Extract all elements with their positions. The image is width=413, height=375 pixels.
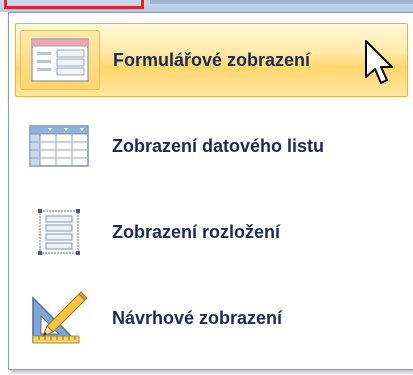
menu-item-label: Návrhové zobrazení — [112, 307, 283, 328]
ribbon-strip-edge — [150, 0, 413, 4]
menu-item-label: Zobrazení datového listu — [112, 135, 325, 156]
mouse-cursor-icon — [364, 39, 394, 92]
menu-item-form-view[interactable]: Formulářové zobrazení — [15, 23, 408, 97]
highlight-marker — [4, 0, 144, 9]
form-view-icon — [20, 30, 100, 90]
menu-item-design-view[interactable]: Návrhové zobrazení — [15, 281, 408, 355]
design-view-icon — [19, 288, 99, 348]
view-dropdown-menu: Formulářové zobrazení Zobrazení datového… — [8, 12, 413, 370]
menu-item-label: Zobrazení rozložení — [112, 221, 281, 242]
layout-view-icon — [19, 202, 99, 262]
datasheet-view-icon — [19, 116, 99, 176]
menu-item-label: Formulářové zobrazení — [113, 49, 311, 70]
menu-item-layout-view[interactable]: Zobrazení rozložení — [15, 195, 408, 269]
menu-item-datasheet-view[interactable]: Zobrazení datového listu — [15, 109, 408, 183]
